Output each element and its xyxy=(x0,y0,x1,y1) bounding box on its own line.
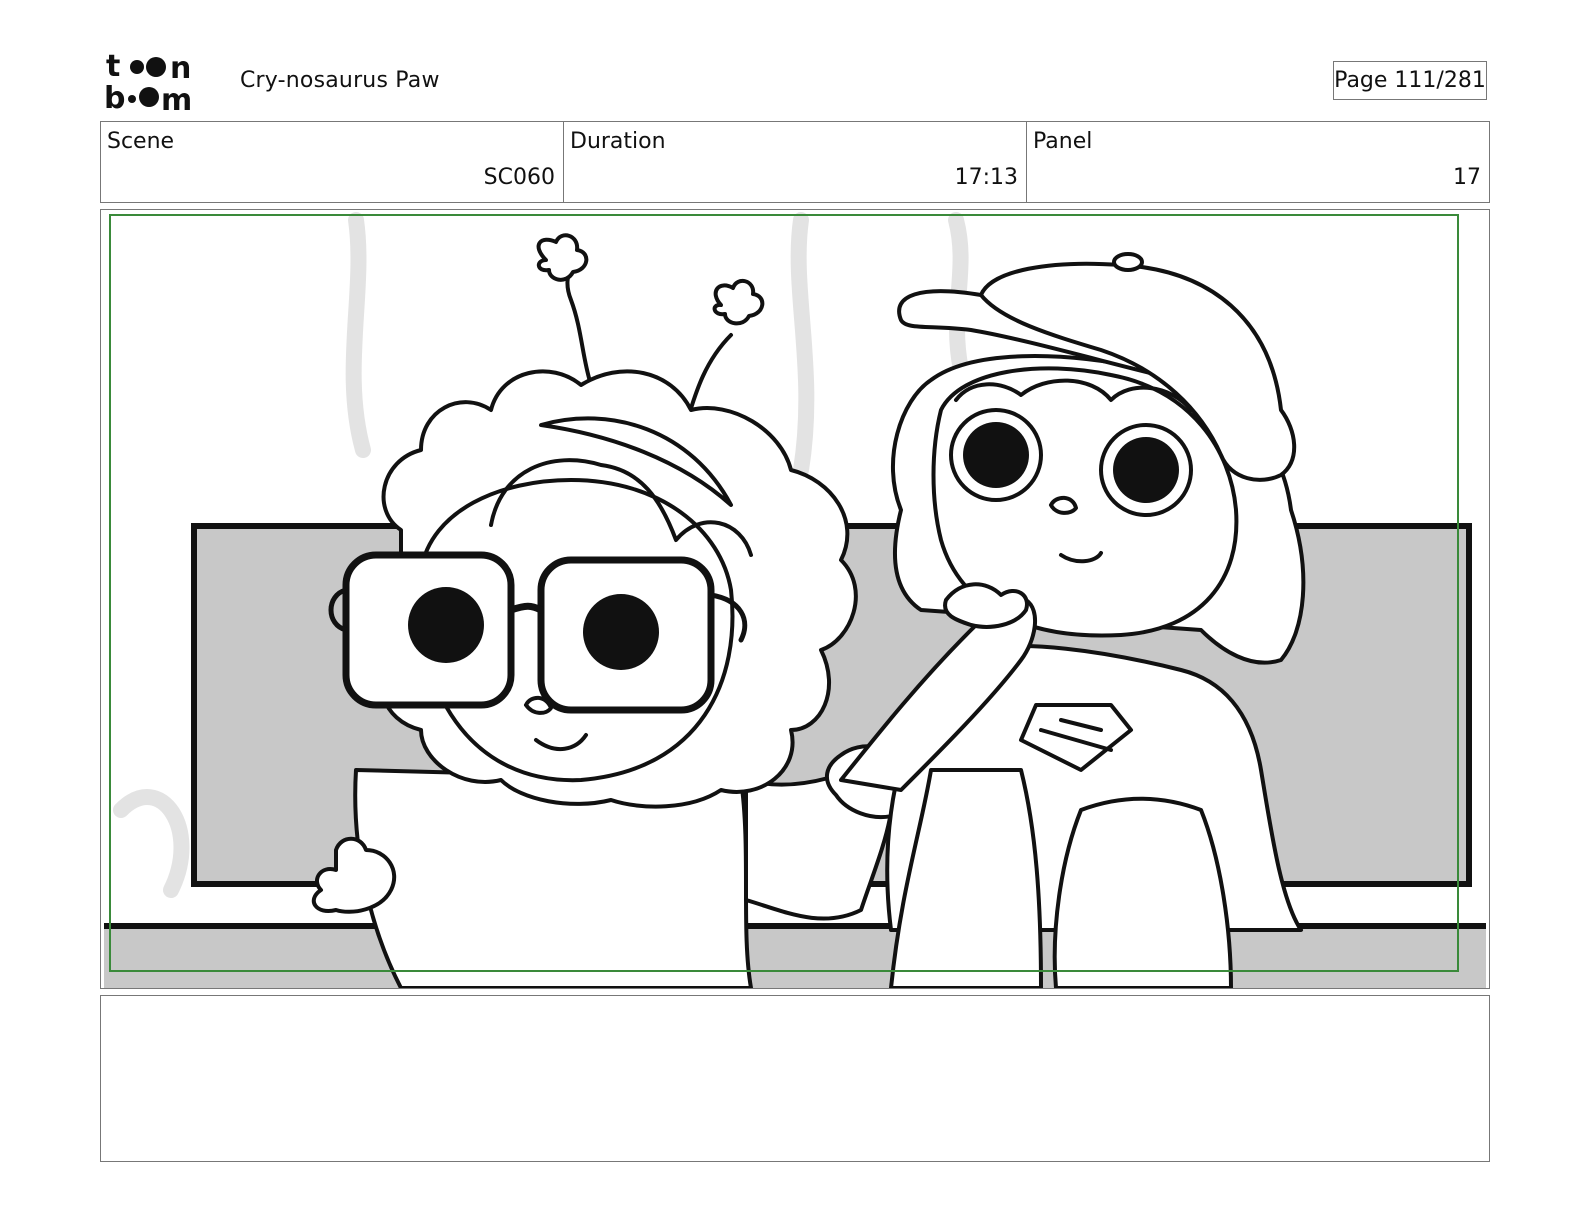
character-left xyxy=(311,233,917,988)
panel-info-table: Scene SC060 Duration 17:13 Panel 17 xyxy=(100,121,1490,203)
svg-text:n: n xyxy=(170,51,191,86)
panel-label: Panel xyxy=(1033,129,1093,154)
dialogue-notes-box[interactable] xyxy=(100,995,1490,1162)
scene-value: SC060 xyxy=(483,165,555,190)
panel-cell: Panel 17 xyxy=(1027,122,1489,202)
svg-text:t: t xyxy=(106,50,120,84)
panel-drawing xyxy=(104,212,1486,988)
toonboom-logo: t n b m xyxy=(104,50,192,112)
page-indicator: Page 111/281 xyxy=(1333,61,1487,100)
scene-label: Scene xyxy=(107,129,175,154)
panel-value: 17 xyxy=(1453,165,1481,190)
svg-text:m: m xyxy=(161,83,192,112)
svg-text:b: b xyxy=(104,81,125,112)
duration-label: Duration xyxy=(570,129,666,154)
scene-cell: Scene SC060 xyxy=(101,122,564,202)
duration-cell: Duration 17:13 xyxy=(564,122,1027,202)
duration-value: 17:13 xyxy=(954,165,1018,190)
project-title: Cry-nosaurus Paw xyxy=(240,68,440,93)
storyboard-panel xyxy=(100,209,1490,989)
